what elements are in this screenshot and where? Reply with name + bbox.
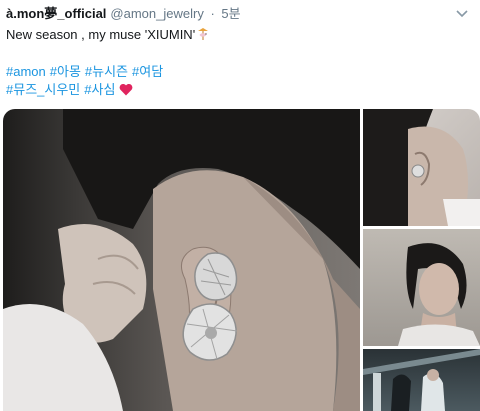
hashtag-link[interactable]: #여담	[132, 64, 163, 79]
thumbnail-photo-3[interactable]	[363, 349, 480, 411]
timestamp[interactable]: 5분	[221, 6, 240, 21]
thumbnail-photo-2[interactable]	[363, 229, 480, 346]
thumbnail-photo-1[interactable]	[363, 109, 480, 226]
main-photo-earring-closeup[interactable]	[3, 109, 360, 411]
chevron-down-icon[interactable]	[456, 5, 470, 23]
separator-dot: ·	[210, 6, 215, 21]
hashtag-link[interactable]: #사심	[84, 82, 115, 97]
user-handle[interactable]: @amon_jewelry	[110, 6, 203, 21]
tweet-media-grid	[3, 109, 480, 411]
display-name[interactable]: à.mon夢_official	[6, 6, 106, 21]
hashtag-link[interactable]: #뮤즈_시우민	[6, 82, 80, 97]
tweet-text: New season , my muse 'XIUMIN'	[6, 27, 196, 42]
hashtags-row-2: #뮤즈_시우민 #사심	[6, 82, 133, 98]
tweet-text-row: New season , my muse 'XIUMIN'	[6, 27, 210, 43]
red-heart-icon	[119, 83, 133, 96]
tweet-header: à.mon夢_official @amon_jewelry · 5분	[6, 5, 474, 23]
hashtag-link[interactable]: #아몽	[50, 64, 81, 79]
carousel-horse-emoji-icon	[196, 27, 210, 41]
hashtags-row-1: #amon #아몽 #뉴시즌 #여담	[6, 64, 167, 80]
hashtag-link[interactable]: #뉴시즌	[85, 64, 128, 79]
hashtag-link[interactable]: #amon	[6, 64, 46, 79]
